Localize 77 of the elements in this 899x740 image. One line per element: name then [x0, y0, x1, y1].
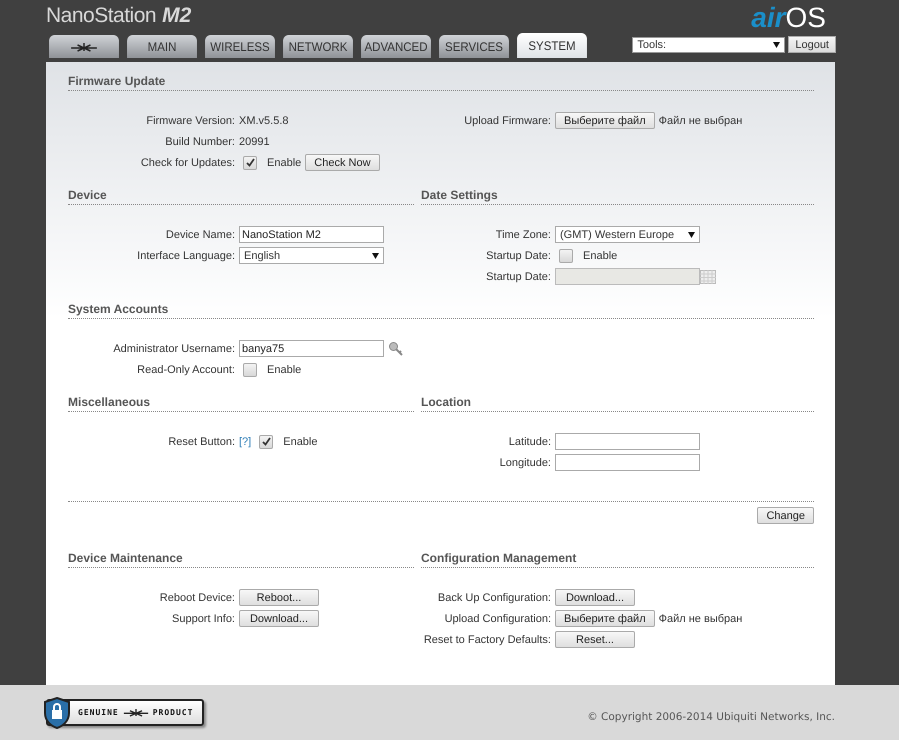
caret-icon	[372, 252, 379, 258]
section-heading: Device	[68, 187, 414, 205]
input-field[interactable]	[555, 433, 700, 450]
action-button[interactable]: Download...	[239, 610, 319, 627]
nav-tab[interactable]: NETWORK	[283, 35, 353, 58]
logout-button[interactable]: Logout	[788, 36, 836, 53]
calendar-icon[interactable]	[700, 270, 716, 284]
field-value: 20991	[239, 136, 270, 148]
checkbox-label: Enable	[583, 250, 618, 262]
caret-icon	[773, 42, 780, 48]
checkbox[interactable]	[243, 362, 257, 376]
checkbox-label: Enable	[267, 156, 302, 168]
field-label: Reboot Device:	[158, 592, 235, 604]
genuine-product-badge: GENUINE PRODUCT	[46, 699, 204, 726]
checkbox[interactable]	[243, 156, 257, 170]
field-label: Administrator Username:	[112, 342, 235, 354]
field-label: Upload Configuration:	[444, 612, 551, 624]
nav-tab[interactable]: SERVICES	[439, 35, 509, 58]
checkbox-label: Enable	[283, 436, 318, 448]
choose-file-button[interactable]: Выберите файл	[555, 610, 655, 627]
field-label: Reset to Factory Defaults:	[422, 634, 551, 646]
input-field[interactable]: banya75	[239, 340, 384, 357]
field-label: Read-Only Account:	[136, 364, 235, 376]
action-button[interactable]: Reboot...	[239, 589, 319, 606]
brand-logo-os: OS	[786, 3, 826, 33]
field-label: Time Zone:	[494, 228, 551, 240]
file-status: Файл не выбран	[658, 612, 742, 624]
section-heading: Miscellaneous	[68, 394, 414, 412]
field-label: Startup Date:	[485, 250, 551, 262]
field-label: Interface Language:	[136, 250, 235, 262]
nav-tab[interactable]: WIRELESS	[205, 35, 275, 58]
choose-file-button[interactable]: Выберите файл	[555, 112, 655, 129]
help-link[interactable]: [?]	[239, 436, 252, 448]
field-label: Build Number:	[164, 136, 235, 148]
key-icon[interactable]	[388, 340, 404, 356]
antenna-icon	[122, 708, 149, 717]
input-field[interactable]	[555, 454, 700, 471]
field-label: Device Name:	[164, 228, 235, 240]
section-heading: System Accounts	[68, 301, 814, 319]
tools-select[interactable]: Tools:	[632, 36, 786, 52]
field-label: Back Up Configuration:	[436, 592, 551, 604]
field-label: Latitude:	[508, 436, 551, 448]
field-label: Longitude:	[498, 456, 551, 468]
field-value: XM.v5.5.8	[239, 114, 289, 126]
select-field[interactable]: English	[239, 247, 384, 264]
field-label: Support Info:	[171, 612, 235, 624]
antenna-icon	[70, 42, 98, 52]
check-now-button[interactable]: Check Now	[305, 154, 380, 171]
shield-lock-icon	[44, 697, 70, 729]
field-label: Upload Firmware:	[463, 114, 551, 126]
action-button[interactable]: Reset...	[555, 631, 635, 648]
field-label: Startup Date:	[485, 270, 551, 282]
input-field[interactable]: NanoStation M2	[239, 226, 384, 243]
field-label: Reset Button:	[167, 436, 235, 448]
nav-tab[interactable]: SYSTEM	[517, 33, 587, 58]
field-label: Firmware Version:	[145, 114, 235, 126]
section-heading: Date Settings	[421, 187, 814, 205]
checkbox[interactable]	[259, 434, 274, 448]
section-heading: Firmware Update	[68, 73, 814, 91]
section-heading: Location	[421, 394, 814, 412]
file-status: Файл не выбран	[658, 114, 742, 126]
field-label: Check for Updates:	[140, 156, 235, 168]
action-button[interactable]: Download...	[555, 589, 635, 606]
section-heading: Device Maintenance	[68, 550, 414, 568]
model-name: M2	[162, 4, 192, 28]
change-button[interactable]: Change	[757, 507, 814, 524]
brand-logo-air: air	[751, 3, 786, 33]
checkbox-label: Enable	[267, 364, 302, 376]
nav-tab[interactable]: ADVANCED	[361, 35, 431, 58]
home-tab[interactable]	[49, 35, 119, 58]
select-field[interactable]: (GMT) Western Europe	[555, 226, 700, 243]
checkbox[interactable]	[559, 248, 573, 262]
product-name: NanoStation	[46, 4, 156, 28]
caret-icon	[688, 232, 695, 238]
nav-tab[interactable]: MAIN	[127, 35, 197, 58]
copyright-text: © Copyright 2006-2014 Ubiquiti Networks, Inc.	[587, 710, 835, 722]
section-heading: Configuration Management	[421, 550, 814, 568]
